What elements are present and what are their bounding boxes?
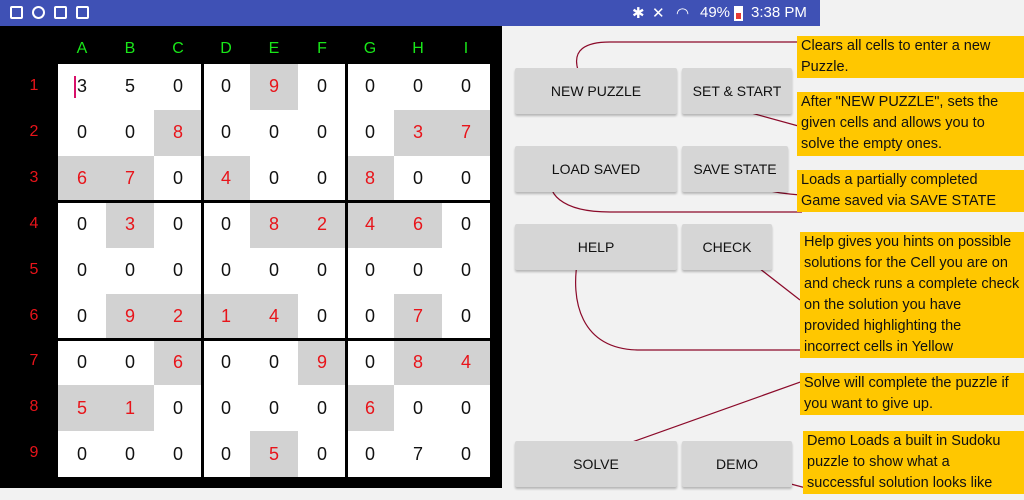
note-set-start: After "NEW PUZZLE", sets the given cells…: [797, 92, 1024, 156]
check-button[interactable]: CHECK: [682, 224, 772, 270]
note-new-puzzle: Clears all cells to enter a new Puzzle.: [797, 36, 1024, 78]
note-solve: Solve will complete the puzzle if you wa…: [800, 373, 1024, 415]
note-demo: Demo Loads a built in Sudoku puzzle to s…: [803, 431, 1024, 494]
callout-line-new-puzzle: [576, 41, 798, 71]
new-puzzle-button[interactable]: NEW PUZZLE: [515, 68, 677, 114]
note-help-check: Help gives you hints on possible solutio…: [800, 232, 1024, 358]
callout-line-help: [575, 257, 802, 351]
solve-button[interactable]: SOLVE: [515, 441, 677, 487]
note-load-saved: Loads a partially completed Game saved v…: [797, 170, 1024, 212]
help-button[interactable]: HELP: [515, 224, 677, 270]
save-state-button[interactable]: SAVE STATE: [682, 146, 788, 192]
set-start-button[interactable]: SET & START: [682, 68, 792, 114]
load-saved-button[interactable]: LOAD SAVED: [515, 146, 677, 192]
demo-button[interactable]: DEMO: [682, 441, 792, 487]
